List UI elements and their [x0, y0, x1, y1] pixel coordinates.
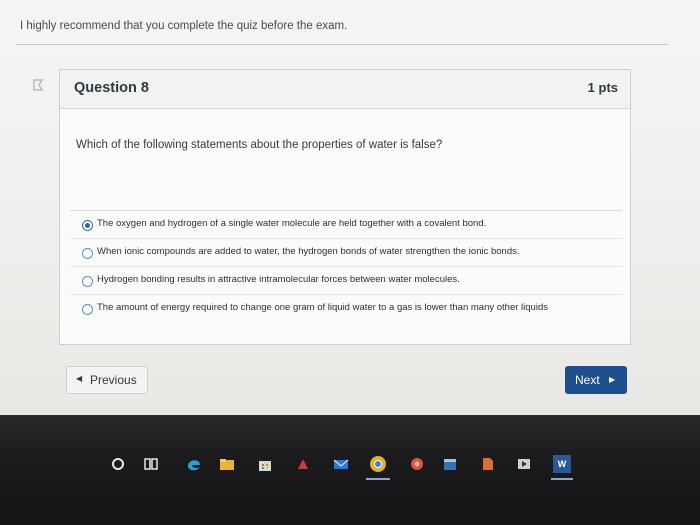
media-icon[interactable]: [516, 456, 532, 472]
flag-question-icon[interactable]: [32, 78, 46, 92]
radio-button[interactable]: [82, 276, 93, 287]
answers-divider: [70, 210, 622, 211]
answer-label: The oxygen and hydrogen of a single wate…: [97, 218, 487, 229]
radio-button[interactable]: [82, 220, 93, 231]
answer-option-3[interactable]: Hydrogen bonding results in attractive i…: [70, 268, 622, 295]
active-app-indicator: [551, 478, 573, 480]
quiz-page: I highly recommend that you complete the…: [0, 0, 700, 415]
store-icon[interactable]: [257, 456, 273, 472]
next-button[interactable]: Next ▶: [565, 366, 627, 394]
taskbar: [0, 415, 700, 525]
file-explorer-icon[interactable]: [219, 456, 235, 472]
quiz-instruction: I highly recommend that you complete the…: [20, 20, 348, 32]
question-card: Question 8 1 pts Which of the following …: [59, 69, 631, 345]
radio-button[interactable]: [82, 304, 93, 315]
camera-app-icon[interactable]: [409, 456, 425, 472]
word-icon[interactable]: W: [553, 455, 571, 473]
answer-option-4[interactable]: The amount of energy required to change …: [70, 296, 622, 322]
divider: [16, 44, 668, 45]
active-app-indicator: [366, 478, 390, 480]
file-icon[interactable]: [480, 456, 496, 472]
app-icon[interactable]: [295, 456, 311, 472]
edge-icon[interactable]: [186, 456, 202, 472]
answer-option-2[interactable]: When ionic compounds are added to water,…: [70, 240, 622, 267]
previous-button[interactable]: ◀ Previous: [66, 366, 148, 394]
answer-label: When ionic compounds are added to water,…: [97, 246, 520, 257]
question-points: 1 pts: [587, 80, 618, 95]
answer-label: Hydrogen bonding results in attractive i…: [97, 274, 460, 285]
chevron-right-icon: ▶: [609, 375, 616, 384]
task-view-icon[interactable]: [143, 456, 159, 472]
chrome-icon[interactable]: [369, 455, 387, 473]
previous-label: Previous: [90, 373, 137, 387]
question-text: Which of the following statements about …: [76, 139, 443, 151]
question-header: Question 8 1 pts: [60, 70, 630, 109]
radio-button[interactable]: [82, 248, 93, 259]
calendar-icon[interactable]: [442, 456, 458, 472]
next-label: Next: [575, 373, 600, 387]
start-circle-icon[interactable]: [110, 456, 126, 472]
answer-option-1[interactable]: The oxygen and hydrogen of a single wate…: [70, 212, 622, 239]
answer-label: The amount of energy required to change …: [97, 302, 548, 313]
chevron-left-icon: ◀: [76, 374, 83, 383]
mail-icon[interactable]: [333, 456, 349, 472]
question-title: Question 8: [74, 80, 149, 96]
